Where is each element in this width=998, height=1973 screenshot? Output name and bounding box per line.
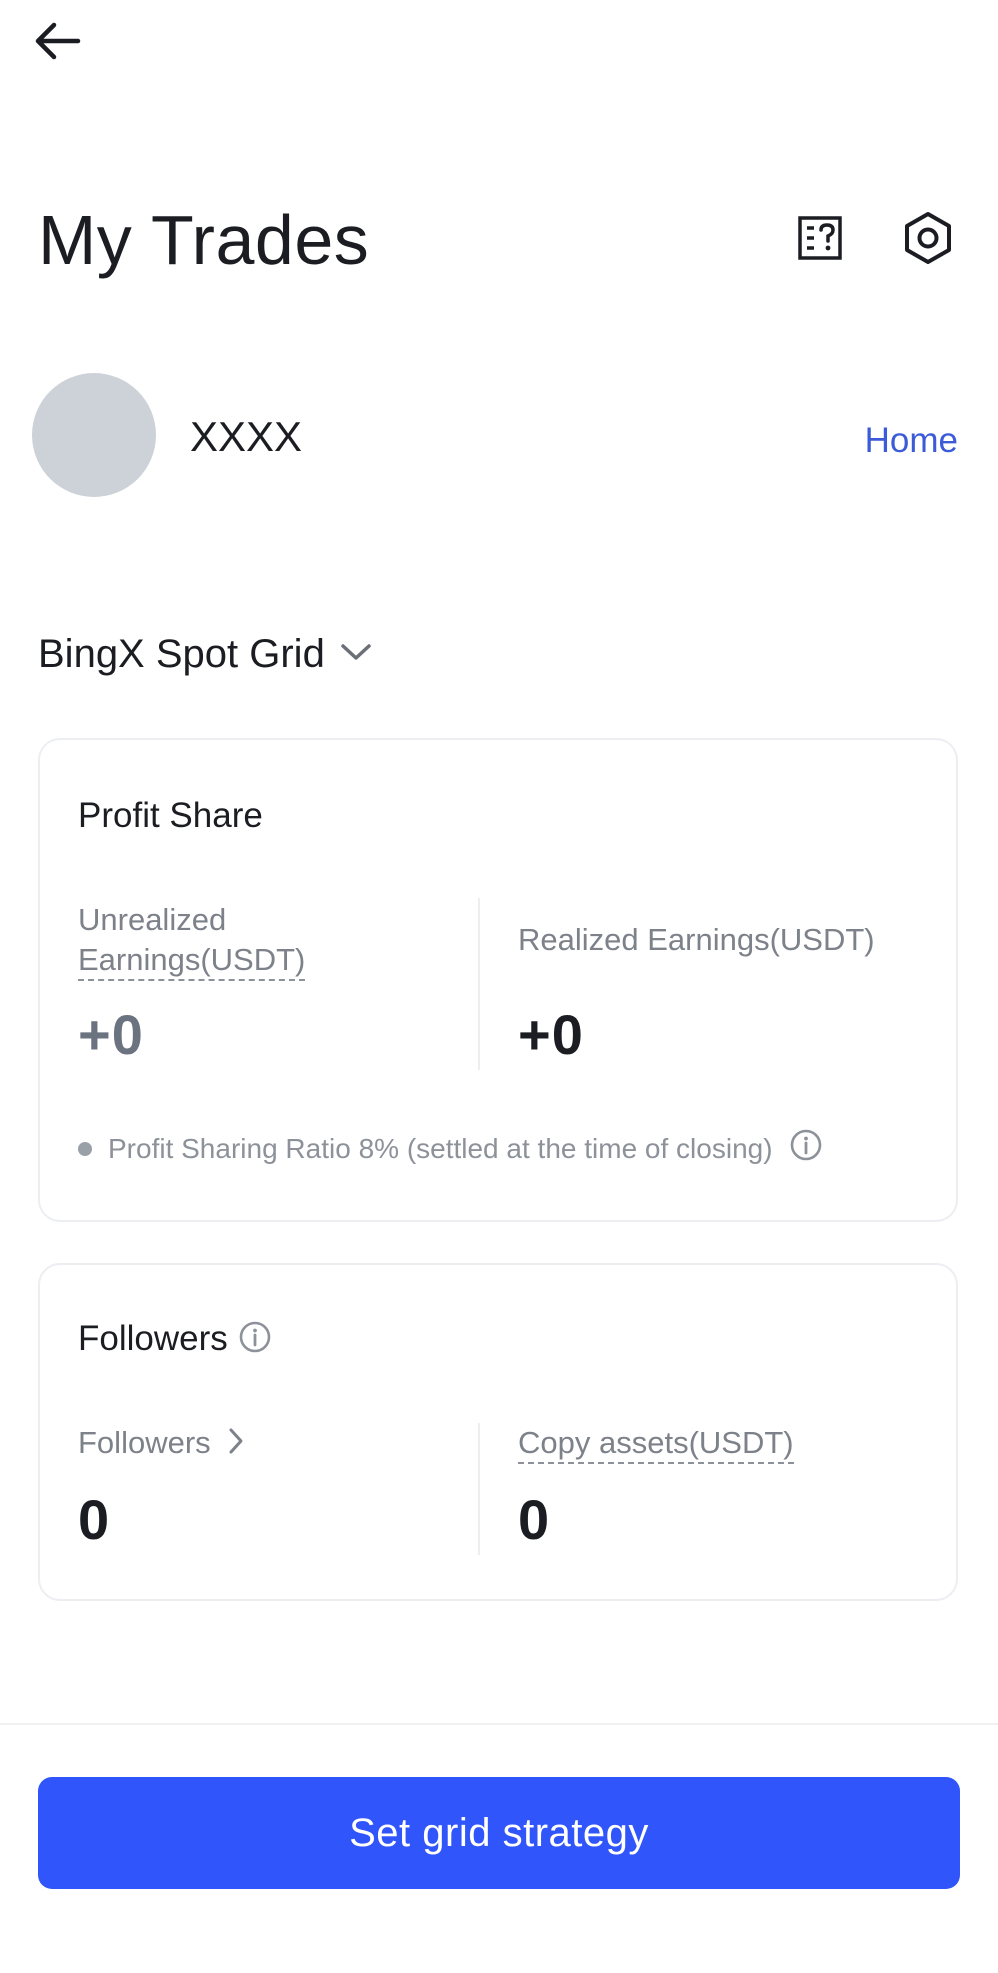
realized-earnings-label: Realized Earnings(USDT) [518,922,875,957]
unrealized-earnings-value: +0 [78,1003,144,1066]
card-divider [478,898,480,1070]
profit-sharing-note: Profit Sharing Ratio 8% (settled at the … [78,1128,823,1169]
product-selector[interactable]: BingX Spot Grid [38,632,373,677]
followers-label: Followers [78,1425,211,1460]
bottom-bar-separator [0,1723,998,1725]
copy-assets-value: 0 [518,1488,551,1551]
page-title: My Trades [38,201,370,279]
followers-link[interactable]: Followers [78,1423,245,1463]
realized-earnings-value: +0 [518,1003,584,1066]
home-link[interactable]: Home [865,421,958,461]
product-selector-label: BingX Spot Grid [38,632,325,676]
chevron-right-icon [227,1426,245,1461]
unrealized-label-line1: Unrealized [78,902,227,937]
followers-value: 0 [78,1488,111,1551]
info-icon[interactable] [789,1128,823,1169]
set-grid-strategy-button[interactable]: Set grid strategy [38,1777,960,1889]
card-divider [478,1423,480,1555]
followers-card: Followers Followers 0 Copy assets(USDT) … [38,1263,958,1601]
help-button[interactable] [790,210,850,270]
help-document-icon [797,215,843,266]
username: XXXX [190,413,303,460]
arrow-left-icon [32,20,82,67]
info-icon[interactable] [238,1320,272,1359]
chevron-down-icon [339,641,373,668]
profit-share-title: Profit Share [78,796,263,835]
back-button[interactable] [32,18,92,68]
settings-button[interactable] [898,210,958,270]
bullet-dot [78,1141,92,1156]
followers-card-header: Followers [78,1319,272,1359]
avatar [32,373,156,497]
followers-card-title: Followers [78,1319,228,1358]
copy-assets-label[interactable]: Copy assets(USDT) [518,1423,794,1464]
unrealized-earnings-label[interactable]: Unrealized Earnings(USDT) [78,900,306,981]
hexagon-settings-icon [902,211,954,270]
profit-share-card: Profit Share Unrealized Earnings(USDT) +… [38,738,958,1222]
copy-assets-label-text: Copy assets(USDT) [518,1425,794,1464]
profit-sharing-note-text: Profit Sharing Ratio 8% (settled at the … [108,1132,773,1164]
unrealized-label-line2: Earnings(USDT) [78,942,306,981]
